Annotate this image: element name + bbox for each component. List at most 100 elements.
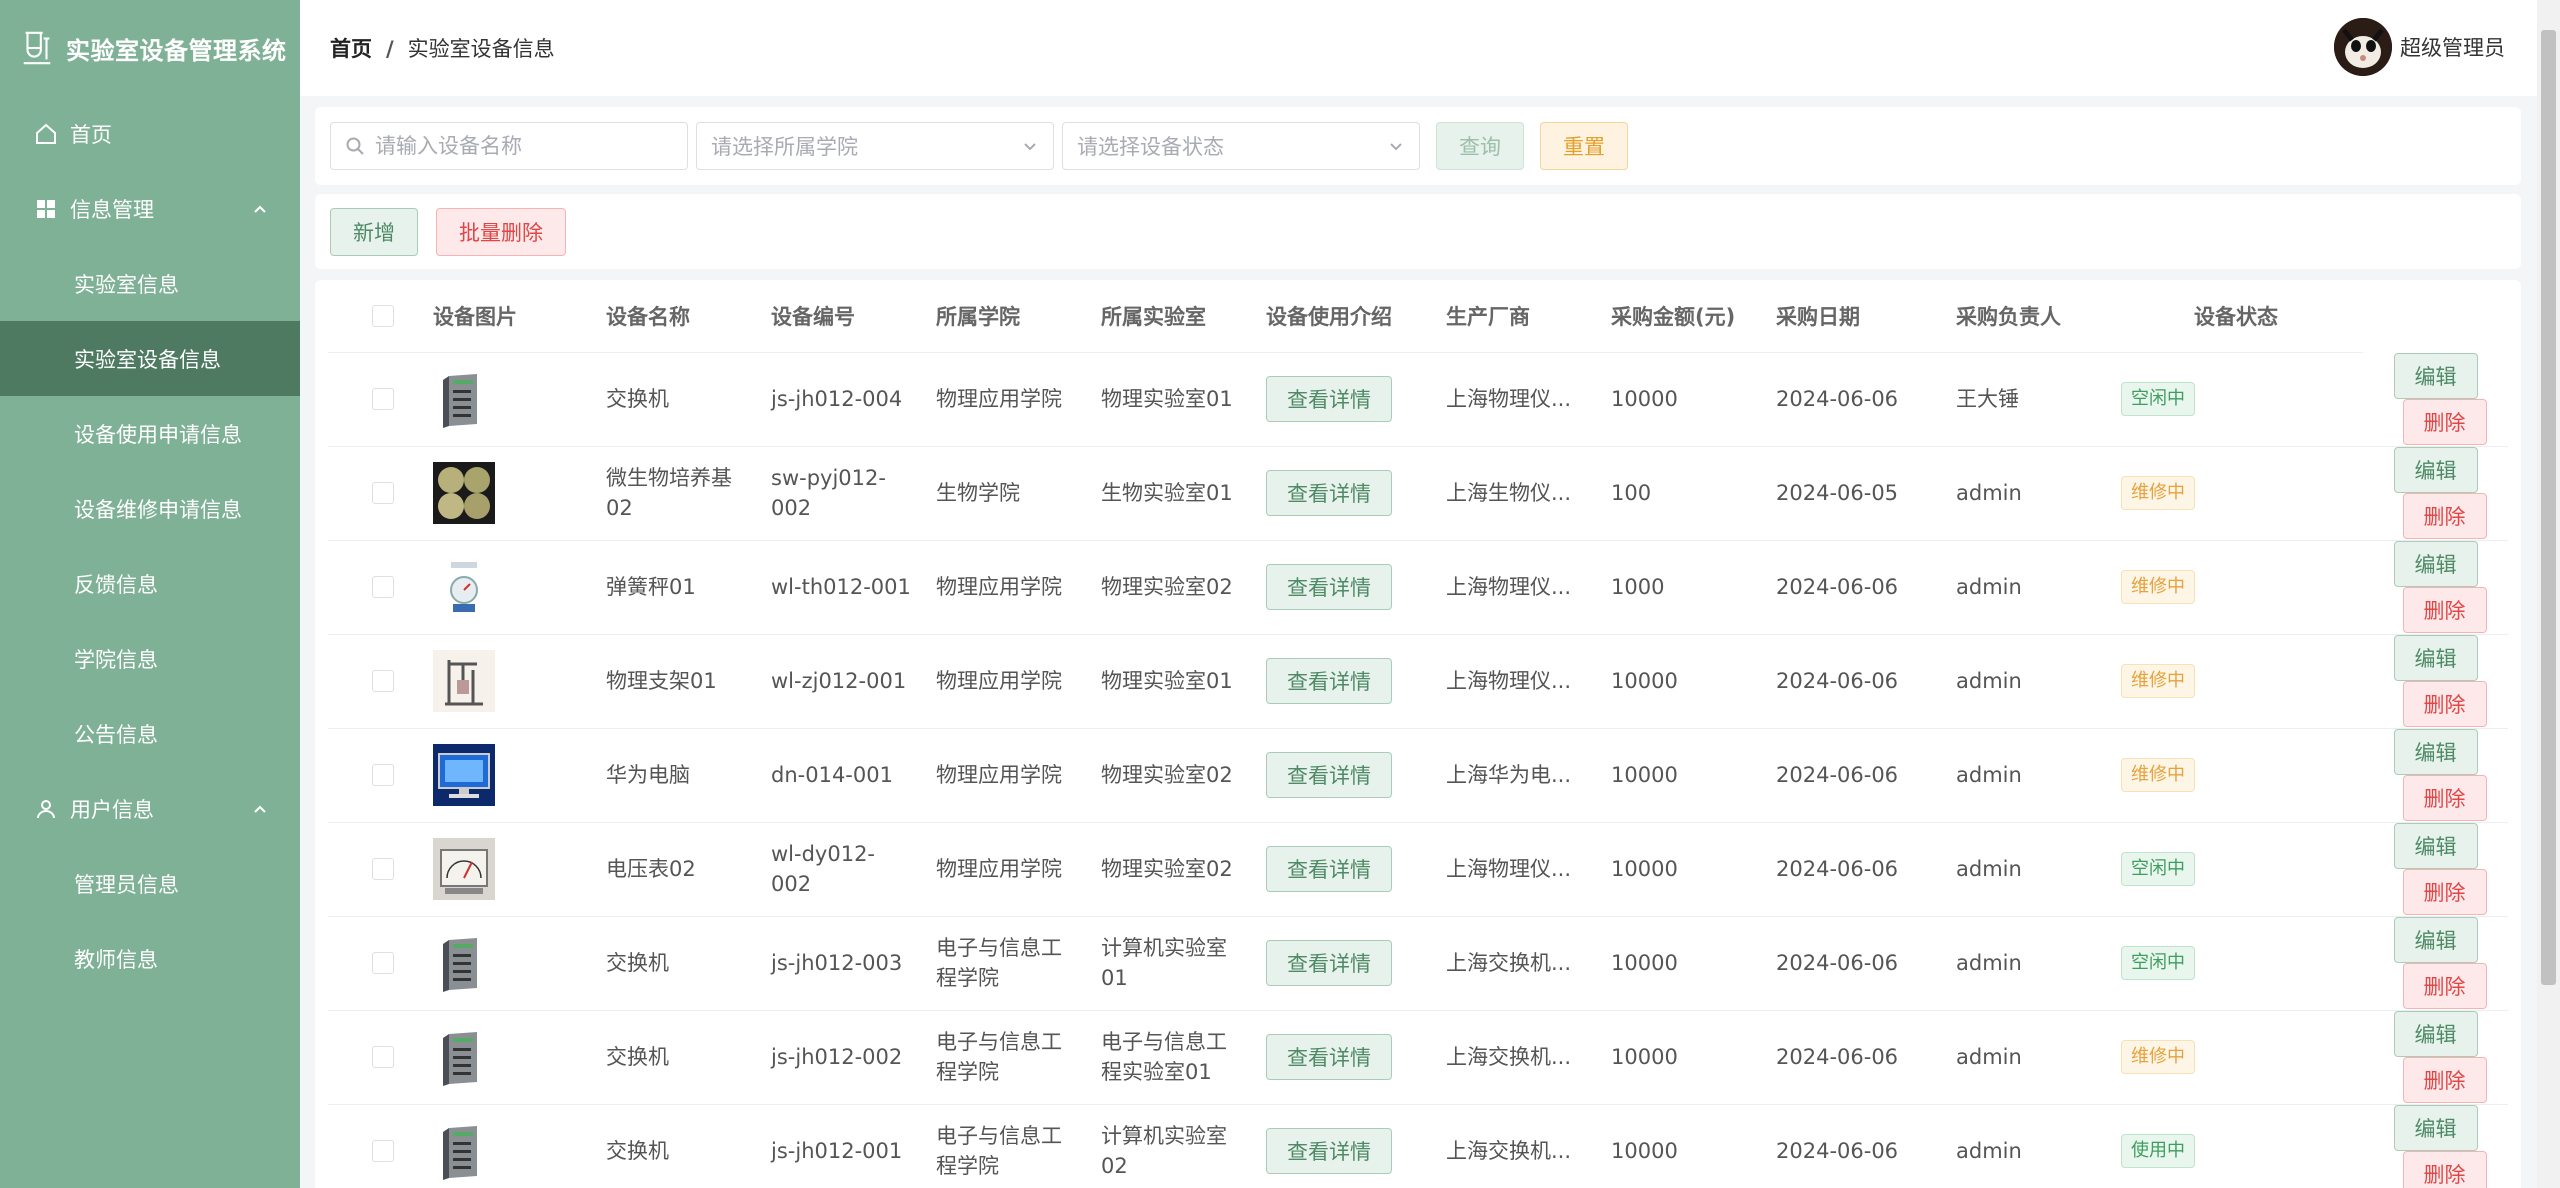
sidebar-item-notice[interactable]: 公告信息 [0, 696, 300, 771]
row-checkbox[interactable] [372, 670, 394, 692]
sidebar-item-admin[interactable]: 管理员信息 [0, 846, 300, 921]
switch-image[interactable] [433, 932, 495, 994]
college-select[interactable]: 请选择所属学院 [696, 122, 1054, 170]
table-row: 交换机 js-jh012-001 电子与信息工程学院 计算机实验室02 查看详情 上海交换… [328, 1104, 2508, 1188]
delete-button[interactable]: 删除 [2402, 1151, 2487, 1188]
delete-button[interactable]: 删除 [2402, 493, 2487, 539]
query-button[interactable]: 查询 [1436, 122, 1524, 170]
row-checkbox[interactable] [372, 1140, 394, 1162]
row-checkbox[interactable] [372, 764, 394, 786]
sidebar-item-feedback[interactable]: 反馈信息 [0, 546, 300, 621]
edit-button[interactable]: 编辑 [2393, 352, 2478, 399]
sidebar-item-teacher[interactable]: 教师信息 [0, 921, 300, 996]
row-checkbox[interactable] [372, 858, 394, 880]
usage-intro-cell: 查看详情 [1254, 352, 1434, 447]
view-detail-button[interactable]: 查看详情 [1266, 1128, 1392, 1174]
petri-dish-image[interactable] [433, 462, 495, 524]
college-cell: 物理应用学院 [924, 540, 1089, 635]
status-badge: 空闲中 [2121, 382, 2195, 416]
delete-button[interactable]: 删除 [2402, 587, 2487, 633]
device-code-cell: js-jh012-001 [759, 1104, 924, 1188]
delete-button[interactable]: 删除 [2402, 963, 2487, 1009]
edit-button[interactable]: 编辑 [2393, 1105, 2478, 1151]
sidebar-item-usage-request[interactable]: 设备使用申请信息 [0, 396, 300, 471]
row-checkbox[interactable] [372, 482, 394, 504]
amount-cell: 10000 [1599, 634, 1764, 729]
edit-button[interactable]: 编辑 [2393, 1011, 2478, 1057]
user-menu[interactable]: 超级管理员 [2334, 18, 2505, 76]
sidebar-item-lab-equipment[interactable]: 实验室设备信息 [0, 321, 300, 396]
sidebar-item-lab-info[interactable]: 实验室信息 [0, 246, 300, 321]
row-checkbox[interactable] [372, 576, 394, 598]
view-detail-button[interactable]: 查看详情 [1266, 470, 1392, 516]
breadcrumb-current: 实验室设备信息 [407, 37, 555, 61]
status-select[interactable]: 请选择设备状态 [1062, 122, 1420, 170]
switch-image[interactable] [433, 1026, 495, 1088]
voltmeter-image[interactable] [433, 838, 495, 900]
device-name-cell: 交换机 [594, 1104, 759, 1188]
sidebar-group-user-info[interactable]: 用户信息 [0, 771, 300, 846]
sidebar-group-info-management[interactable]: 信息管理 [0, 171, 300, 246]
sidebar-item-home[interactable]: 首页 [0, 96, 300, 171]
status-select-placeholder: 请选择设备状态 [1077, 135, 1224, 159]
edit-button[interactable]: 编辑 [2393, 823, 2478, 869]
sidebar-item-repair-request[interactable]: 设备维修申请信息 [0, 471, 300, 546]
sidebar-item-college[interactable]: 学院信息 [0, 621, 300, 696]
device-image-cell [421, 1104, 594, 1188]
device-name-search[interactable] [330, 122, 688, 170]
select-all-checkbox[interactable] [372, 304, 394, 327]
device-code-cell: js-jh012-003 [759, 916, 924, 1011]
scrollbar-thumb[interactable] [2541, 30, 2556, 985]
view-detail-button[interactable]: 查看详情 [1266, 658, 1392, 704]
add-button[interactable]: 新增 [330, 207, 418, 256]
row-checkbox[interactable] [372, 388, 394, 410]
delete-button[interactable]: 删除 [2402, 398, 2487, 445]
view-detail-button[interactable]: 查看详情 [1266, 752, 1392, 798]
view-detail-button[interactable]: 查看详情 [1266, 940, 1392, 986]
edit-button[interactable]: 编辑 [2393, 635, 2478, 681]
chevron-down-icon [1024, 143, 1036, 151]
status-cell: 维修中 [2109, 728, 2363, 823]
status-cell: 空闲中 [2109, 822, 2363, 917]
breadcrumb-home[interactable]: 首页 [330, 37, 372, 61]
sidebar-item-label: 信息管理 [70, 197, 154, 222]
view-detail-button[interactable]: 查看详情 [1266, 376, 1392, 422]
vertical-scrollbar[interactable] [2537, 0, 2560, 1188]
column-header: 设备编号 [759, 280, 924, 353]
search-icon [346, 137, 364, 155]
stand-image[interactable] [433, 650, 495, 712]
table-row: 交换机 js-jh012-003 电子与信息工程学院 计算机实验室01 查看详情 上海交换… [328, 916, 2508, 1011]
view-detail-button[interactable]: 查看详情 [1266, 1034, 1392, 1080]
status-badge: 空闲中 [2121, 946, 2195, 980]
usage-intro-cell: 查看详情 [1254, 728, 1434, 823]
maker-cell: 上海生物仪... [1434, 446, 1599, 541]
delete-button[interactable]: 删除 [2402, 775, 2487, 821]
avatar [2334, 18, 2392, 76]
switch-image[interactable] [433, 1120, 495, 1182]
view-detail-button[interactable]: 查看详情 [1266, 846, 1392, 892]
delete-button[interactable]: 删除 [2402, 869, 2487, 915]
flask-logo-icon [23, 31, 51, 65]
purchase-date-cell: 2024-06-06 [1764, 634, 1944, 729]
delete-button[interactable]: 删除 [2402, 1057, 2487, 1103]
device-name-input[interactable] [375, 134, 673, 158]
reset-button[interactable]: 重置 [1540, 122, 1628, 170]
college-cell: 生物学院 [924, 446, 1089, 541]
operation-cell: 编辑删除 [2363, 1104, 2508, 1188]
row-checkbox[interactable] [372, 1046, 394, 1068]
edit-button[interactable]: 编辑 [2393, 447, 2478, 493]
scale-image[interactable] [433, 556, 495, 618]
edit-button[interactable]: 编辑 [2393, 541, 2478, 587]
computer-image[interactable] [433, 744, 495, 806]
delete-button[interactable]: 删除 [2402, 681, 2487, 727]
switch-image[interactable] [433, 368, 495, 430]
batch-delete-button[interactable]: 批量删除 [436, 207, 566, 256]
edit-button[interactable]: 编辑 [2393, 729, 2478, 775]
device-code-cell: wl-th012-001 [759, 540, 924, 635]
sidebar-item-label: 首页 [70, 122, 112, 147]
usage-intro-cell: 查看详情 [1254, 822, 1434, 917]
status-badge: 维修中 [2121, 1040, 2195, 1074]
row-checkbox[interactable] [372, 952, 394, 974]
view-detail-button[interactable]: 查看详情 [1266, 564, 1392, 610]
edit-button[interactable]: 编辑 [2393, 917, 2478, 963]
